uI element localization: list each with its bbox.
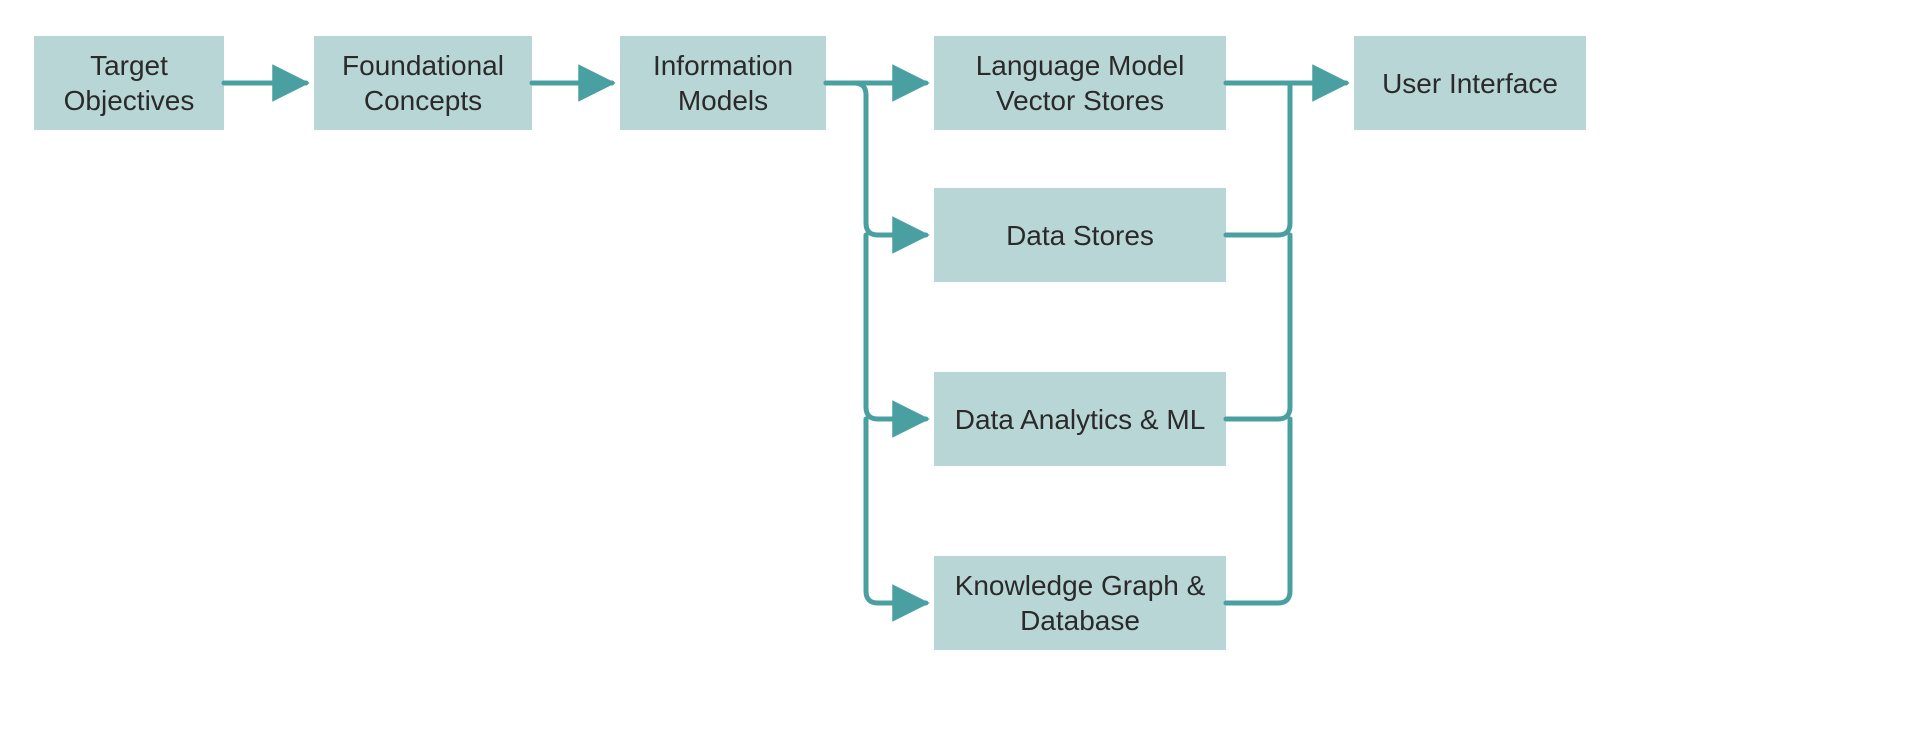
node-label: Information Models [630,48,816,118]
node-information-models: Information Models [620,36,826,130]
node-label: Language Model Vector Stores [944,48,1216,118]
edge-information-to-data-stores [826,83,926,235]
node-label: Target Objectives [44,48,214,118]
node-target-objectives: Target Objectives [34,36,224,130]
node-label: User Interface [1382,66,1558,101]
edge-data-stores-to-ui [1226,83,1290,235]
edge-information-to-knowledge-graph [866,419,926,603]
edge-data-analytics-to-ui [1226,235,1290,419]
edge-information-to-data-analytics [866,235,926,419]
edge-knowledge-graph-to-ui [1226,419,1290,603]
node-data-analytics-ml: Data Analytics & ML [934,372,1226,466]
node-knowledge-graph-database: Knowledge Graph & Database [934,556,1226,650]
node-label: Foundational Concepts [324,48,522,118]
node-user-interface: User Interface [1354,36,1586,130]
diagram-canvas: Target Objectives Foundational Concepts … [0,0,1920,743]
node-language-model-vector-stores: Language Model Vector Stores [934,36,1226,130]
node-label: Data Analytics & ML [955,402,1206,437]
node-data-stores: Data Stores [934,188,1226,282]
node-label: Knowledge Graph & Database [944,568,1216,638]
node-label: Data Stores [1006,218,1154,253]
node-foundational-concepts: Foundational Concepts [314,36,532,130]
